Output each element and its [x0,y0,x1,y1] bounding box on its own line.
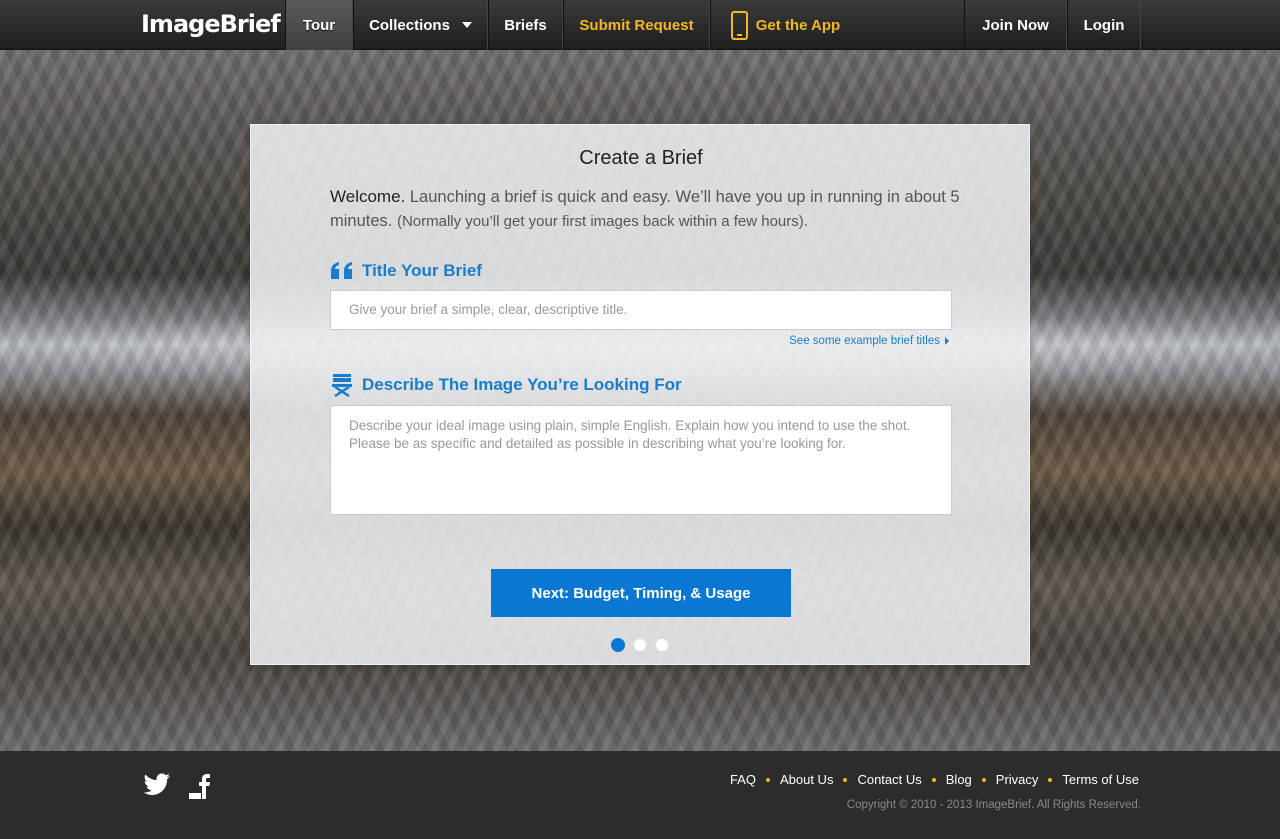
next-step-label: Next: Budget, Timing, & Usage [531,584,751,602]
step-dot-3[interactable] [655,638,669,652]
footer-link-faq[interactable]: FAQ [730,772,756,787]
intro-welcome: Welcome. [330,187,406,206]
quote-icon [331,262,352,279]
describe-section-label: Describe The Image You’re Looking For [362,375,682,394]
brief-description-placeholder: Describe your ideal image using plain, s… [349,418,911,451]
intro-note: (Normally you’ll get your first images b… [396,213,808,230]
logo[interactable]: ImageBrief [141,10,281,38]
footer-separator [1048,777,1053,782]
next-step-button[interactable]: Next: Budget, Timing, & Usage [491,569,791,617]
intro-text: Welcome. Launching a brief is quick and … [330,185,960,234]
footer-links: FAQ About Us Contact Us Blog Privacy Ter… [730,772,1139,787]
facebook-icon[interactable] [189,773,215,799]
footer-link-terms[interactable]: Terms of Use [1062,772,1139,787]
page-title: Create a Brief [579,147,703,169]
footer-separator [931,777,936,782]
step-dot-1[interactable] [611,638,625,652]
copyright-text: Copyright © 2010 - 2013 ImageBrief. All … [846,799,1141,811]
nav-submit-request-label: Submit Request [579,16,694,34]
twitter-icon[interactable] [143,773,171,797]
brief-description-textarea[interactable]: Describe your ideal image using plain, s… [330,405,952,515]
brief-title-placeholder: Give your brief a simple, clear, descrip… [349,302,628,317]
director-chair-icon [332,374,352,397]
join-now-label: Join Now [982,16,1049,34]
describe-section-heading: Describe The Image You’re Looking For [330,373,682,397]
join-now-button[interactable]: Join Now [964,0,1067,50]
nav-collections[interactable]: Collections [353,0,488,50]
create-brief-card: Create a Brief Welcome. Launching a brie… [250,124,1030,665]
nav-collections-label: Collections [369,16,450,34]
footer-link-about[interactable]: About Us [780,772,833,787]
brief-title-input[interactable]: Give your brief a simple, clear, descrip… [330,290,952,330]
footer-separator [843,777,848,782]
nav-briefs[interactable]: Briefs [488,0,563,50]
footer-separator [765,777,770,782]
nav-tour-label: Tour [302,16,336,34]
footer: FAQ About Us Contact Us Blog Privacy Ter… [0,751,1280,839]
chevron-right-icon [945,337,949,345]
nav-briefs-label: Briefs [504,16,547,34]
footer-link-contact[interactable]: Contact Us [857,772,921,787]
footer-separator [981,777,986,782]
footer-link-privacy[interactable]: Privacy [996,772,1039,787]
title-section-label: Title Your Brief [362,261,482,280]
nav-submit-request[interactable]: Submit Request [563,0,710,50]
nav-get-the-app[interactable]: Get the App [710,0,860,50]
nav-tour[interactable]: Tour [285,0,353,50]
top-navigation: ImageBrief Tour Collections Briefs Submi… [0,0,1280,50]
nav-get-the-app-label: Get the App [755,16,841,34]
mobile-phone-icon [730,10,748,40]
login-button[interactable]: Login [1067,0,1141,50]
chevron-down-icon [461,22,472,28]
example-titles-link[interactable]: See some example brief titles [789,335,949,347]
step-dot-2[interactable] [633,638,647,652]
title-section-heading: Title Your Brief [330,259,482,283]
footer-link-blog[interactable]: Blog [946,772,972,787]
login-label: Login [1083,16,1125,34]
step-indicator [611,638,669,652]
example-titles-label: See some example brief titles [789,335,940,347]
